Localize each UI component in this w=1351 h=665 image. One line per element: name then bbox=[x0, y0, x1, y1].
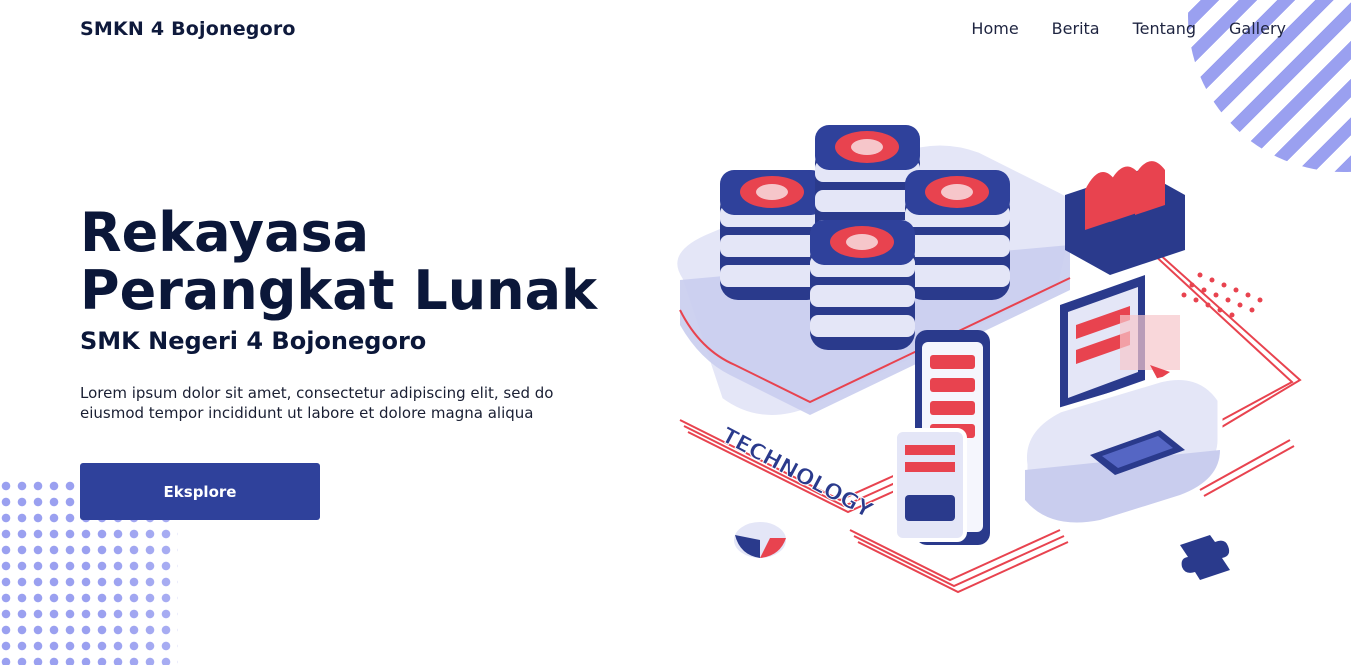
hero-description: Lorem ipsum dolor sit amet, consectetur … bbox=[80, 384, 554, 422]
puzzle-piece bbox=[1180, 535, 1230, 580]
landing-page: SMKN 4 Bojonegoro Home Berita Tentang Ga… bbox=[0, 0, 1351, 665]
technology-sign: TECHNOLOGY bbox=[717, 423, 877, 524]
hero-title: Rekayasa Perangkat Lunak bbox=[80, 201, 597, 322]
nav-link-tentang[interactable]: Tentang bbox=[1133, 19, 1196, 38]
server-stack-1 bbox=[720, 170, 825, 300]
nav-menu: Home Berita Tentang Gallery bbox=[971, 19, 1286, 38]
red-dot-grid bbox=[1181, 272, 1263, 318]
explore-button[interactable]: Eksplore bbox=[80, 463, 320, 520]
nav-link-home[interactable]: Home bbox=[971, 19, 1018, 38]
technology-illustration: TECHNOLOGY bbox=[671, 125, 1302, 594]
server-stack-3 bbox=[905, 170, 1010, 300]
tablet-card bbox=[893, 428, 967, 542]
nav-link-berita[interactable]: Berita bbox=[1052, 19, 1100, 38]
navbar: SMKN 4 Bojonegoro Home Berita Tentang Ga… bbox=[0, 0, 1351, 60]
laptop-platform bbox=[1021, 375, 1223, 523]
rack-unit bbox=[1065, 161, 1185, 275]
hero-subtitle: SMK Negeri 4 Bojonegoro bbox=[80, 327, 427, 355]
server-stack-4 bbox=[810, 220, 915, 350]
brand-logo-text[interactable]: SMKN 4 Bojonegoro bbox=[80, 18, 296, 40]
nav-link-gallery[interactable]: Gallery bbox=[1229, 19, 1286, 38]
ring-object bbox=[730, 518, 790, 562]
